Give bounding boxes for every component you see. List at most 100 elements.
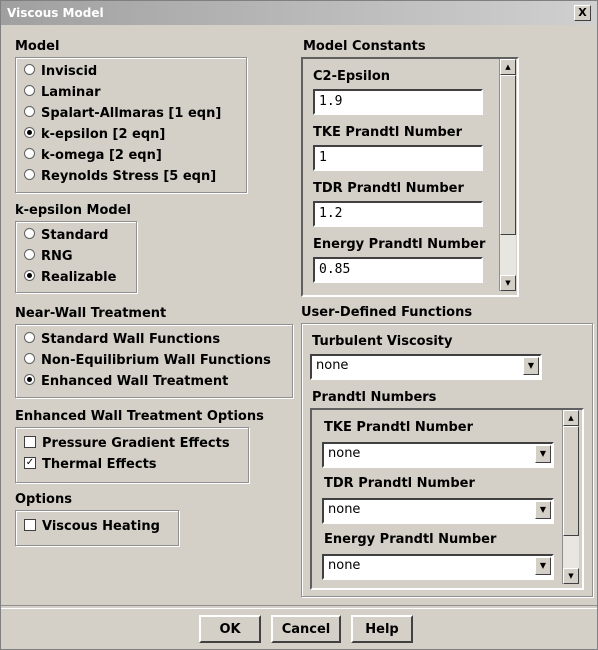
viscous-model-dialog: Viscous Model X Model Inviscid Laminar S… [0,0,598,650]
udf-energy-prandtl-label: Energy Prandtl Number [324,532,497,547]
radio-label: k-omega [2 eqn] [41,148,162,163]
radio-laminar[interactable]: Laminar [24,83,101,103]
radio-selected-icon [24,127,35,138]
k-epsilon-model-label: k-epsilon Model [15,203,131,218]
udf-tke-prandtl-label: TKE Prandtl Number [324,420,474,435]
k-epsilon-model-group: Standard RNG Realizable [15,221,137,293]
radio-label: Spalart-Allmaras [1 eqn] [41,106,222,121]
prandtl-numbers-panel: TKE Prandtl Number none ▼ TDR Prandtl Nu… [310,408,584,590]
radio-icon [24,228,35,239]
options-group: Viscous Heating [15,510,179,546]
radio-rng[interactable]: RNG [24,247,73,267]
radio-icon [24,64,35,75]
radio-label: Enhanced Wall Treatment [41,374,229,389]
radio-icon [24,249,35,260]
scroll-up-icon[interactable]: ▲ [563,410,579,426]
model-label: Model [15,39,60,54]
scroll-thumb[interactable] [563,426,579,536]
model-constants-label: Model Constants [303,39,426,54]
udf-tke-prandtl-select[interactable]: none ▼ [322,442,554,468]
checkbox-label: Viscous Heating [42,519,160,534]
prandtl-numbers-scrollbar[interactable]: ▲ ▼ [562,410,579,584]
window-title: Viscous Model [7,6,104,20]
tke-prandtl-number-label: TKE Prandtl Number [313,125,463,140]
radio-k-epsilon[interactable]: k-epsilon [2 eqn] [24,125,165,145]
radio-selected-icon [24,374,35,385]
close-icon[interactable]: X [574,5,591,21]
udf-tdr-prandtl-select[interactable]: none ▼ [322,498,554,524]
radio-reynolds-stress[interactable]: Reynolds Stress [5 eqn] [24,167,216,187]
udf-tdr-prandtl-label: TDR Prandtl Number [324,476,475,491]
radio-icon [24,106,35,117]
radio-icon [24,169,35,180]
tke-prandtl-number-input[interactable]: 1 [313,145,483,171]
options-label: Options [15,492,72,507]
checkbox-pressure-gradient-effects[interactable]: Pressure Gradient Effects [24,434,230,454]
radio-label: Realizable [41,270,117,285]
radio-icon [24,332,35,343]
radio-label: Reynolds Stress [5 eqn] [41,169,217,184]
model-constants-panel: C2-Epsilon 1.9 TKE Prandtl Number 1 TDR … [301,57,519,297]
radio-selected-icon [24,270,35,281]
radio-spalart-allmaras[interactable]: Spalart-Allmaras [1 eqn] [24,104,221,124]
user-defined-functions-label: User-Defined Functions [301,305,473,320]
radio-icon [24,148,35,159]
radio-icon [24,353,35,364]
radio-label: Standard [41,228,109,243]
scroll-down-icon[interactable]: ▼ [563,568,579,584]
checkbox-label: Pressure Gradient Effects [42,436,230,451]
radio-enhanced-wall-treatment[interactable]: Enhanced Wall Treatment [24,372,228,392]
cancel-button[interactable]: Cancel [271,615,341,643]
tdr-prandtl-number-label: TDR Prandtl Number [313,181,464,196]
c2-epsilon-input[interactable]: 1.9 [313,89,483,115]
chevron-down-icon[interactable]: ▼ [535,445,551,463]
checkbox-thermal-effects[interactable]: ✓ Thermal Effects [24,455,157,475]
radio-label: k-epsilon [2 eqn] [41,127,166,142]
near-wall-treatment-group: Standard Wall Functions Non-Equilibrium … [15,324,293,398]
select-value: none [328,446,361,461]
chevron-down-icon[interactable]: ▼ [523,357,539,375]
radio-standard-wall-functions[interactable]: Standard Wall Functions [24,330,220,350]
scroll-thumb[interactable] [500,75,516,235]
radio-label: Laminar [41,85,101,100]
prandtl-numbers-label: Prandtl Numbers [312,390,437,405]
checkbox-checked-icon: ✓ [24,456,36,469]
select-value: none [328,558,361,573]
c2-epsilon-label: C2-Epsilon [313,69,391,84]
turbulent-viscosity-select[interactable]: none ▼ [310,354,542,380]
radio-standard[interactable]: Standard [24,226,108,246]
enhanced-wall-treatment-options-group: Pressure Gradient Effects ✓ Thermal Effec… [15,427,249,483]
model-constants-scrollbar[interactable]: ▲ ▼ [499,59,516,291]
turbulent-viscosity-label: Turbulent Viscosity [312,334,453,349]
radio-inviscid[interactable]: Inviscid [24,62,97,82]
user-defined-functions-group: Turbulent Viscosity none ▼ Prandtl Numbe… [301,323,593,597]
near-wall-treatment-label: Near-Wall Treatment [15,306,167,321]
udf-energy-prandtl-select[interactable]: none ▼ [322,554,554,580]
chevron-down-icon[interactable]: ▼ [535,557,551,575]
radio-realizable[interactable]: Realizable [24,268,116,288]
radio-k-omega[interactable]: k-omega [2 eqn] [24,146,162,166]
energy-prandtl-number-input[interactable]: 0.85 [313,257,483,283]
radio-label: Standard Wall Functions [41,332,221,347]
ok-button[interactable]: OK [199,615,261,643]
enhanced-wall-treatment-options-label: Enhanced Wall Treatment Options [15,409,264,424]
checkbox-icon [24,435,36,448]
energy-prandtl-number-label: Energy Prandtl Number [313,237,486,252]
radio-label: RNG [41,249,73,264]
scroll-down-icon[interactable]: ▼ [500,275,516,291]
checkbox-viscous-heating[interactable]: Viscous Heating [24,517,160,537]
select-value: none [316,358,349,373]
model-group: Inviscid Laminar Spalart-Allmaras [1 eqn… [15,57,247,193]
chevron-down-icon[interactable]: ▼ [535,501,551,519]
scroll-up-icon[interactable]: ▲ [500,59,516,75]
checkbox-icon [24,518,36,531]
radio-label: Non-Equilibrium Wall Functions [41,353,271,368]
tdr-prandtl-number-input[interactable]: 1.2 [313,201,483,227]
checkbox-label: Thermal Effects [42,457,157,472]
help-button[interactable]: Help [351,615,413,643]
select-value: none [328,502,361,517]
radio-non-equilibrium-wall-functions[interactable]: Non-Equilibrium Wall Functions [24,351,271,371]
title-bar: Viscous Model X [1,1,597,25]
radio-icon [24,85,35,96]
radio-label: Inviscid [41,64,98,79]
